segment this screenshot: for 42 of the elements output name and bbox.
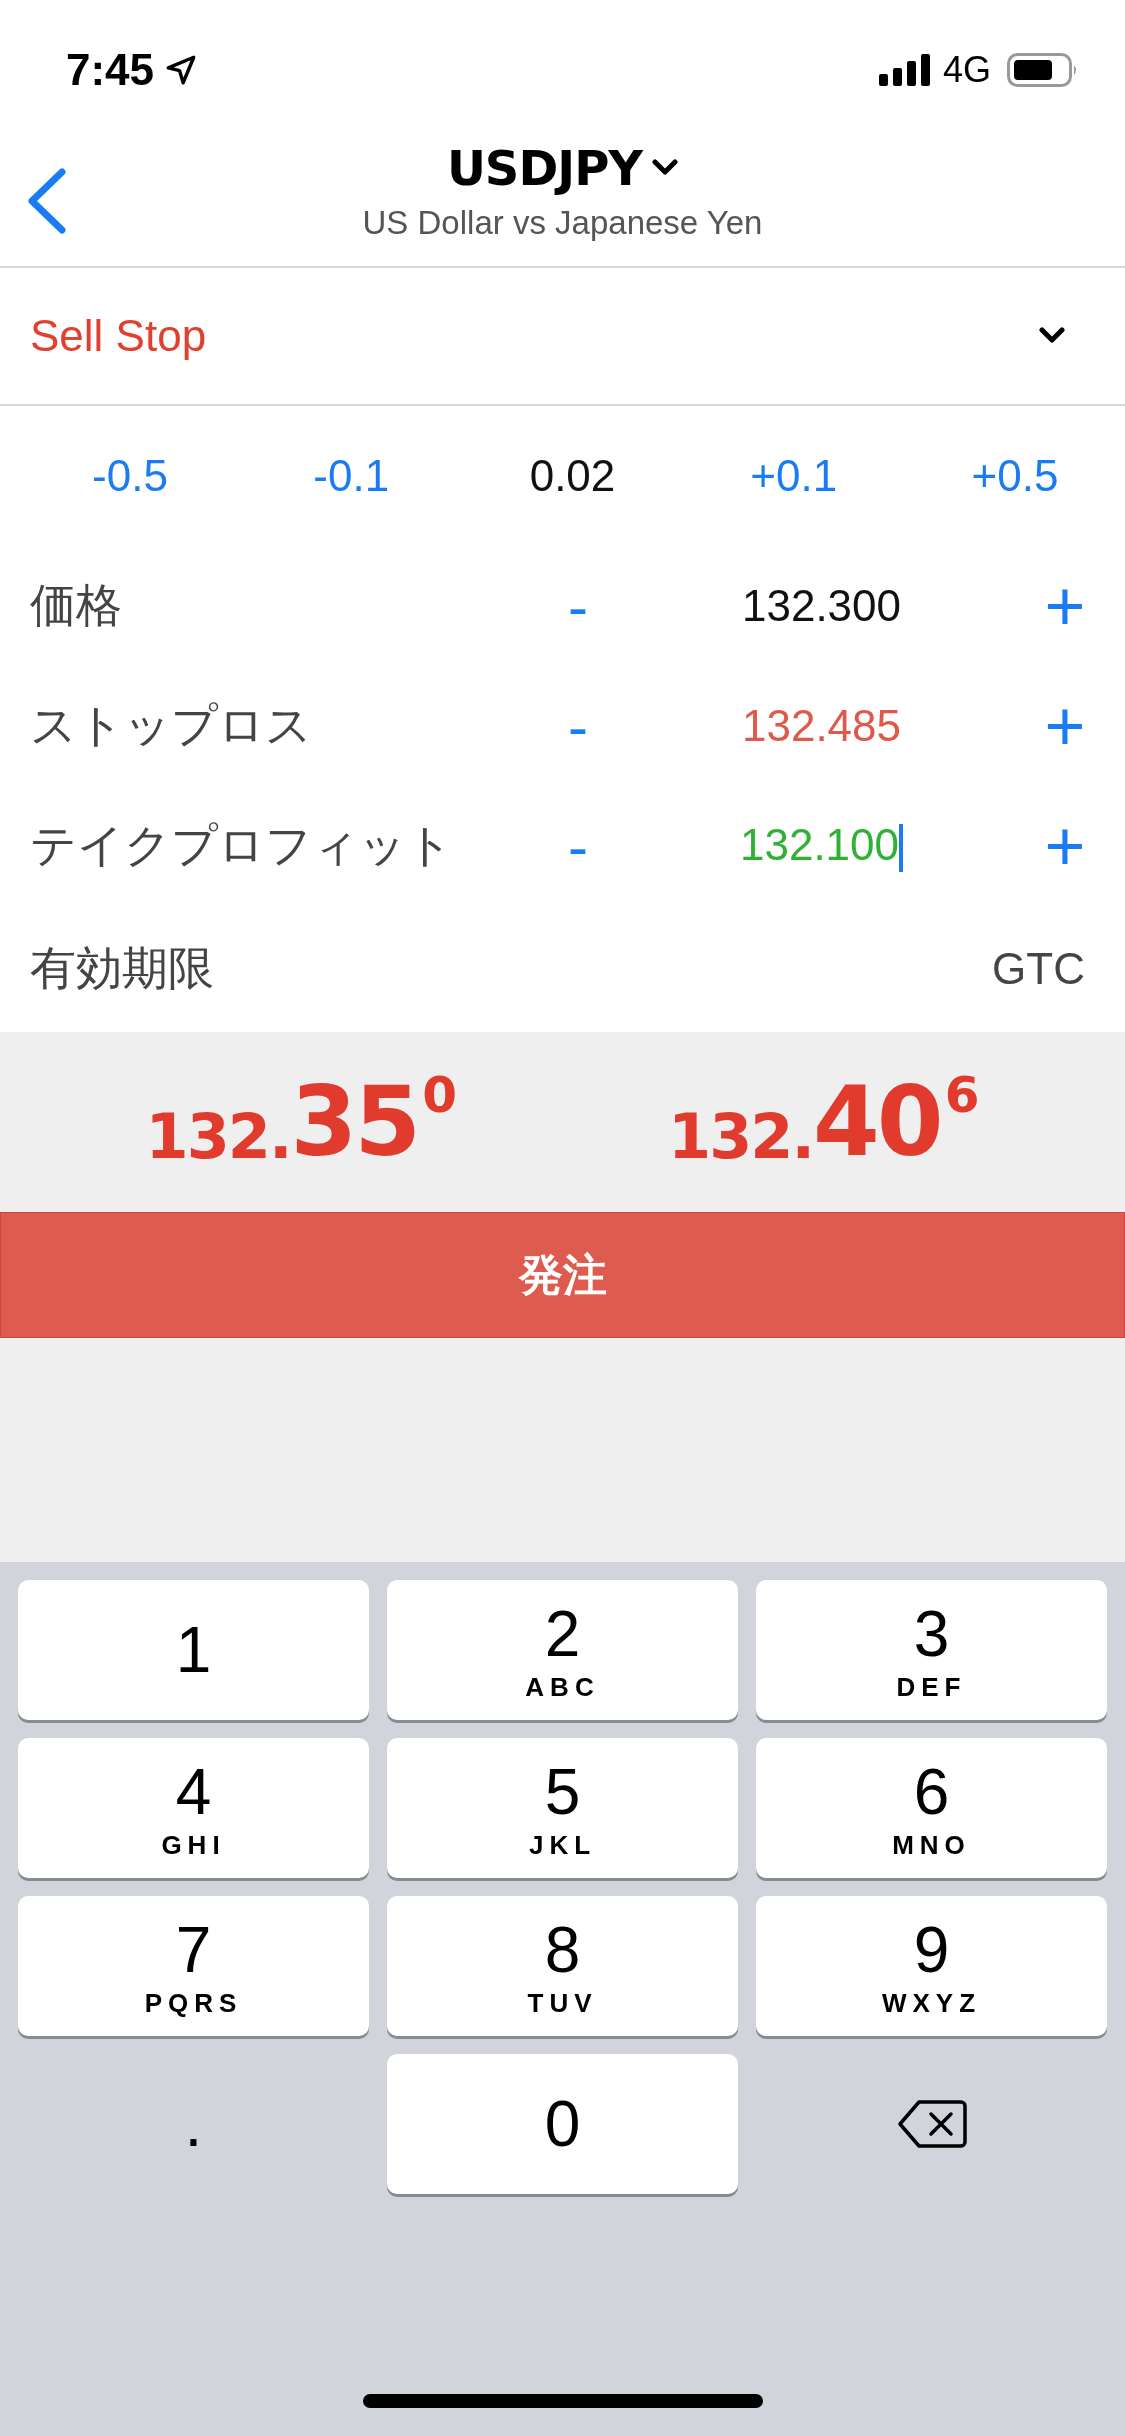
volume-step-button[interactable]: -0.1 bbox=[281, 451, 422, 501]
field-label: 価格 bbox=[30, 577, 123, 634]
keypad-key[interactable]: 9 WXYZ bbox=[756, 1896, 1107, 2036]
keypad-key[interactable]: 6 MNO bbox=[756, 1738, 1107, 1878]
symbol-title[interactable]: USDJPY bbox=[446, 140, 643, 196]
increase-button[interactable]: + bbox=[1035, 686, 1095, 766]
keypad-key[interactable]: 2 ABC bbox=[387, 1580, 738, 1720]
keypad-key[interactable]: 3 DEF bbox=[756, 1580, 1107, 1720]
order-type-dropdown[interactable]: Sell Stop bbox=[0, 268, 1125, 406]
keypad-key[interactable]: . bbox=[18, 2054, 369, 2194]
chevron-down-icon[interactable] bbox=[652, 159, 679, 177]
decrease-button[interactable]: - bbox=[548, 691, 608, 761]
chevron-down-icon[interactable] bbox=[1039, 327, 1065, 345]
field-label: テイクプロフィット bbox=[30, 817, 454, 874]
status-time: 7:45 bbox=[66, 45, 155, 95]
signal-icon bbox=[878, 54, 933, 86]
battery-icon bbox=[1007, 53, 1079, 87]
decrease-button[interactable]: - bbox=[548, 811, 608, 881]
volume-value: 0.02 bbox=[528, 451, 617, 501]
keypad-key[interactable]: 7 PQRS bbox=[18, 1896, 369, 2036]
expiry-label: 有効期限 bbox=[30, 940, 215, 997]
increase-button[interactable]: + bbox=[1035, 566, 1095, 646]
field-label: ストップロス bbox=[30, 697, 313, 754]
volume-step-button[interactable]: +0.5 bbox=[945, 451, 1085, 501]
network-label: 4G bbox=[942, 49, 991, 91]
symbol-description: US Dollar vs Japanese Yen bbox=[362, 204, 763, 242]
price-field[interactable]: 132.300 bbox=[741, 581, 902, 631]
decrease-button[interactable]: - bbox=[548, 571, 608, 641]
increase-button[interactable]: + bbox=[1035, 806, 1095, 886]
backspace-icon[interactable] bbox=[896, 2099, 967, 2149]
keypad-key[interactable]: 5 JKL bbox=[387, 1738, 738, 1878]
volume-step-button[interactable]: +0.1 bbox=[723, 451, 864, 501]
text-cursor bbox=[899, 824, 904, 873]
place-order-button[interactable]: 発注 bbox=[0, 1212, 1125, 1338]
price-field[interactable]: 132.485 bbox=[741, 701, 902, 751]
keypad-key[interactable]: 4 GHI bbox=[18, 1738, 369, 1878]
volume-step-button[interactable]: -0.5 bbox=[60, 451, 200, 501]
expiry-value[interactable]: GTC bbox=[992, 944, 1085, 994]
back-icon[interactable] bbox=[26, 168, 68, 234]
keypad-key[interactable]: 1 bbox=[18, 1580, 369, 1720]
keypad-key[interactable]: 0 bbox=[387, 2054, 738, 2194]
keypad-key[interactable]: 8 TUV bbox=[387, 1896, 738, 2036]
